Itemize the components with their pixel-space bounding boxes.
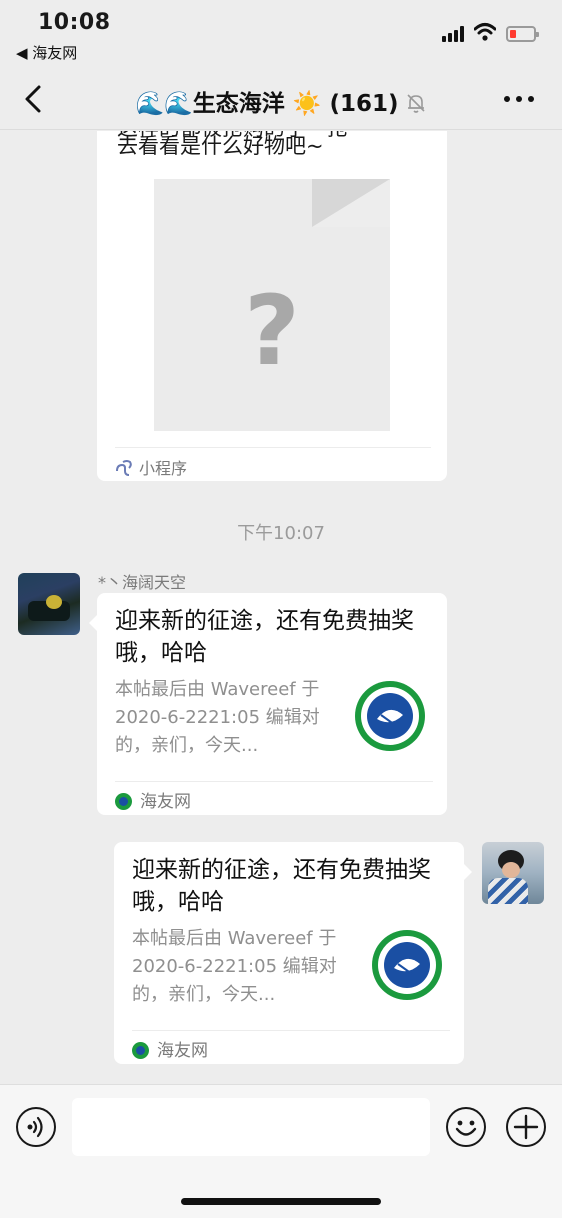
haiyou-logo-icon (355, 681, 425, 751)
more-options-button[interactable] (504, 94, 534, 104)
chat-title[interactable]: 🌊🌊生态海洋 ☀️ (161) (0, 84, 562, 118)
avatar-detail (502, 862, 520, 878)
link-source: 海友网 (132, 1036, 208, 1061)
chat-message-list[interactable]: 这样的都被抢购的了一抢 去看看是什么好物吧~ ? 小程序 下午10:07 *丶海… (0, 131, 562, 1084)
battery-level (510, 30, 516, 38)
chat-header: 🌊🌊生态海洋 ☀️ (161) (0, 70, 562, 130)
logo-core (367, 693, 413, 739)
sun-emoji: ☀️ (292, 91, 322, 117)
member-count: (161) (329, 91, 399, 117)
status-bar: 10:08 ◀ 海友网 (0, 0, 562, 70)
link-card-outgoing[interactable]: 迎来新的征途，还有免费抽奖哦，哈哈 本帖最后由 Wavereef 于 2020-… (114, 842, 472, 1064)
divider (115, 447, 431, 448)
haiyou-logo-icon (115, 793, 132, 810)
logo-core (384, 942, 430, 988)
haiyou-logo-icon (372, 930, 442, 1000)
plus-icon (513, 1114, 539, 1140)
mini-program-label: 小程序 (139, 459, 188, 478)
battery-icon (506, 26, 539, 42)
link-description: 本帖最后由 Wavereef 于 2020-6-2221:05 编辑对的，亲们，… (115, 679, 320, 756)
haiyou-logo-icon (132, 1042, 149, 1059)
fish-icon (394, 958, 420, 975)
link-title: 迎来新的征途，还有免费抽奖哦，哈哈 (132, 857, 431, 915)
mini-program-card[interactable]: 这样的都被抢购的了一抢 去看看是什么好物吧~ ? 小程序 (97, 131, 447, 481)
question-mark-icon: ? (244, 275, 300, 387)
voice-input-button[interactable] (16, 1107, 56, 1147)
sender-name: *丶海阔天空 (98, 573, 187, 592)
message-timestamp: 下午10:07 (237, 523, 325, 544)
mini-program-thumbnail: ? (154, 179, 390, 431)
wifi-icon (474, 23, 496, 41)
page-fold-corner (312, 179, 390, 227)
status-time: 10:08 (38, 10, 111, 35)
link-card-incoming[interactable]: 迎来新的征途，还有免费抽奖哦，哈哈 本帖最后由 Wavereef 于 2020-… (89, 593, 447, 815)
cellular-signal-icon (442, 26, 468, 42)
fish-icon (377, 709, 403, 726)
wave-emoji: 🌊🌊 (135, 91, 193, 117)
back-to-app-link[interactable]: ◀ 海友网 (16, 42, 77, 63)
mini-program-footer: 小程序 (115, 455, 187, 479)
home-indicator[interactable] (181, 1198, 381, 1205)
avatar-detail (46, 595, 62, 609)
group-name: 生态海洋 (192, 91, 285, 117)
avatar[interactable] (18, 573, 80, 635)
voice-icon (27, 1116, 43, 1138)
self-avatar[interactable] (482, 842, 544, 904)
mini-program-icon (116, 460, 132, 476)
smiley-icon (455, 1120, 477, 1136)
emoji-button[interactable] (446, 1107, 486, 1147)
more-functions-button[interactable] (506, 1107, 546, 1147)
bell-off-icon (406, 94, 425, 113)
divider (115, 781, 433, 782)
link-description: 本帖最后由 Wavereef 于 2020-6-2221:05 编辑对的，亲们，… (132, 928, 337, 1005)
link-source: 海友网 (115, 787, 191, 812)
link-source-name: 海友网 (157, 1041, 208, 1061)
avatar-detail (488, 878, 528, 904)
message-input[interactable] (72, 1098, 430, 1156)
link-title: 迎来新的征途，还有免费抽奖哦，哈哈 (115, 608, 414, 666)
divider (132, 1030, 450, 1031)
link-source-name: 海友网 (140, 792, 191, 812)
